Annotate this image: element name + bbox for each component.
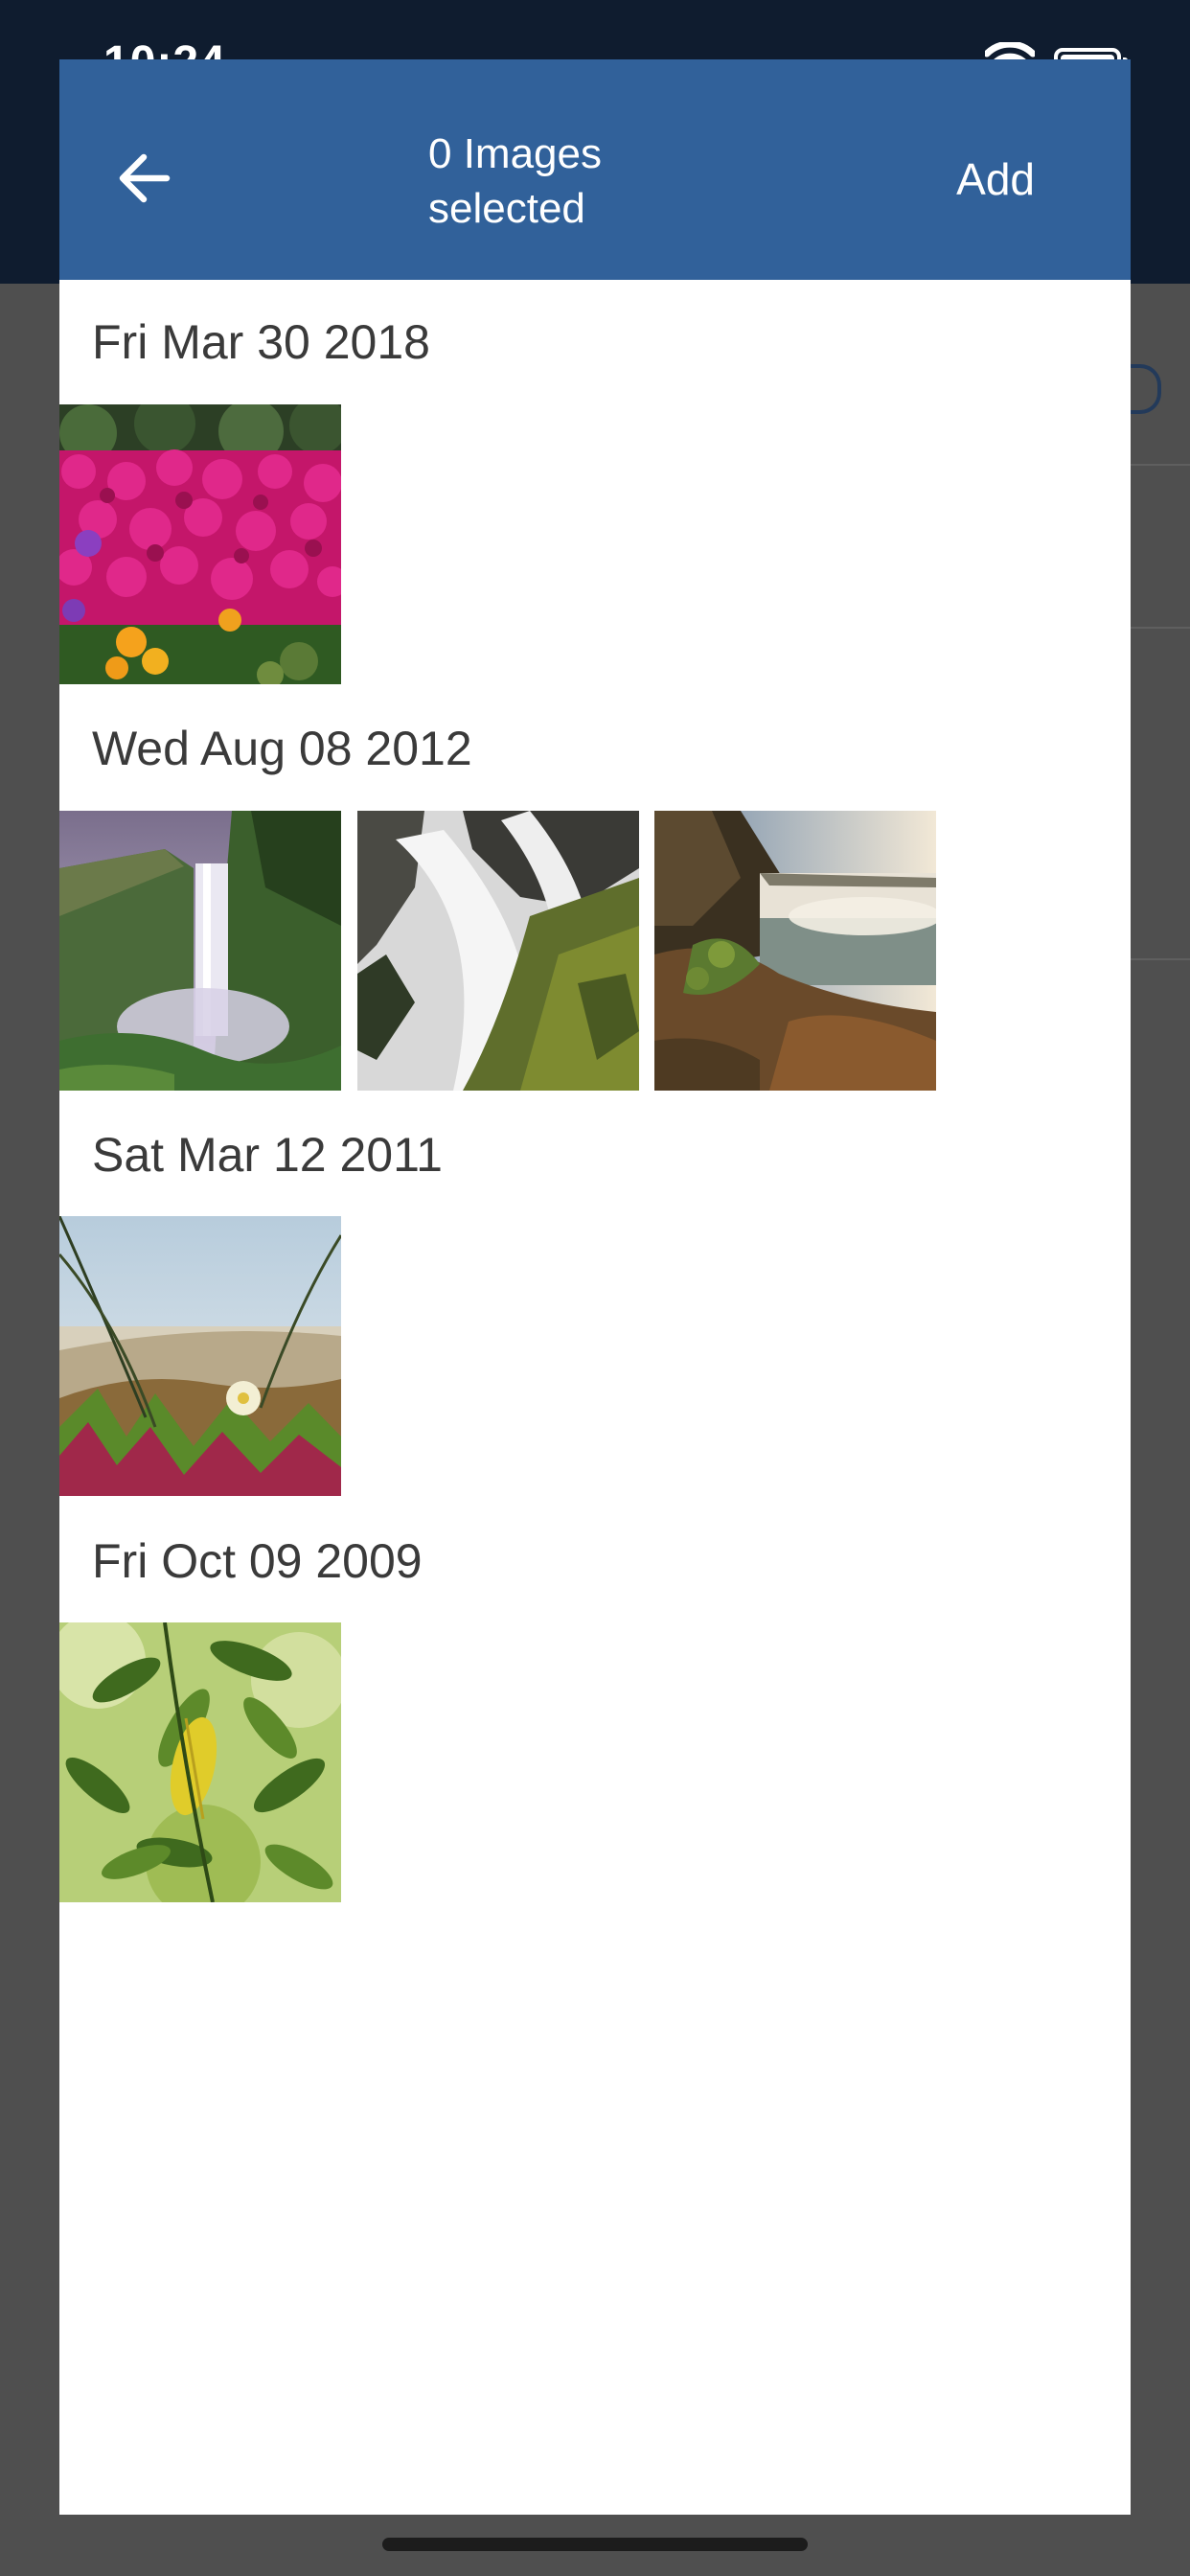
photo-thumbnail[interactable]	[59, 1622, 341, 1902]
home-indicator	[382, 2538, 808, 2551]
title-line-2: selected	[428, 185, 585, 232]
image-picker-modal: 0 Images selected Add Fri Mar 30 2018 We…	[59, 59, 1131, 2515]
date-heading: Sat Mar 12 2011	[92, 1128, 443, 1182]
date-heading: Fri Oct 09 2009	[92, 1534, 423, 1588]
photo-thumbnail[interactable]	[654, 811, 936, 1091]
date-heading: Fri Mar 30 2018	[92, 315, 430, 369]
title-line-1: 0 Images	[428, 130, 602, 177]
back-button[interactable]	[109, 140, 186, 217]
selection-count-title: 0 Images selected	[428, 126, 773, 236]
pink-flowers-photo	[59, 404, 341, 684]
waterfall-coast-photo	[654, 811, 936, 1091]
background-divider	[1131, 958, 1190, 960]
background-divider	[1131, 627, 1190, 629]
back-arrow-icon	[119, 153, 171, 203]
add-button[interactable]: Add	[956, 153, 1035, 205]
beach-plants-photo	[59, 1216, 341, 1496]
photo-thumbnail[interactable]	[59, 1216, 341, 1496]
picker-header: 0 Images selected Add	[59, 59, 1131, 280]
photo-thumbnail[interactable]	[59, 404, 341, 684]
waterfall-rocks-photo	[357, 811, 639, 1091]
background-divider	[1131, 464, 1190, 466]
green-leaves-photo	[59, 1622, 341, 1902]
photo-thumbnail[interactable]	[59, 811, 341, 1091]
date-heading: Wed Aug 08 2012	[92, 722, 472, 775]
photo-thumbnail[interactable]	[357, 811, 639, 1091]
waterfall-valley-photo	[59, 811, 341, 1091]
